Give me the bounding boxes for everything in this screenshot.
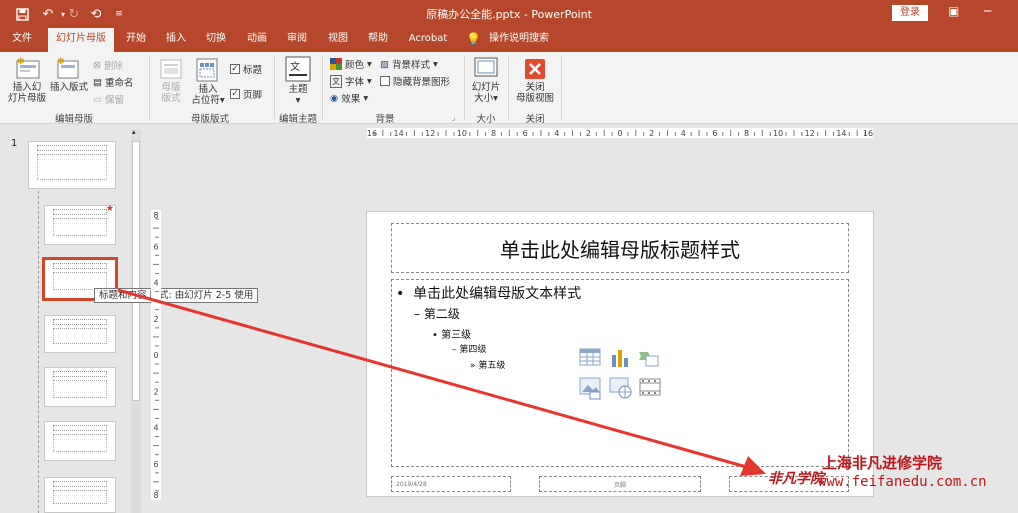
watermark-url: www.feifanedu.com.cn — [818, 474, 987, 490]
annotation-arrow — [117, 288, 766, 476]
watermark-school-name: 上海非凡进修学院 — [822, 454, 943, 472]
feifan-logo: 非凡学院 — [768, 471, 824, 487]
